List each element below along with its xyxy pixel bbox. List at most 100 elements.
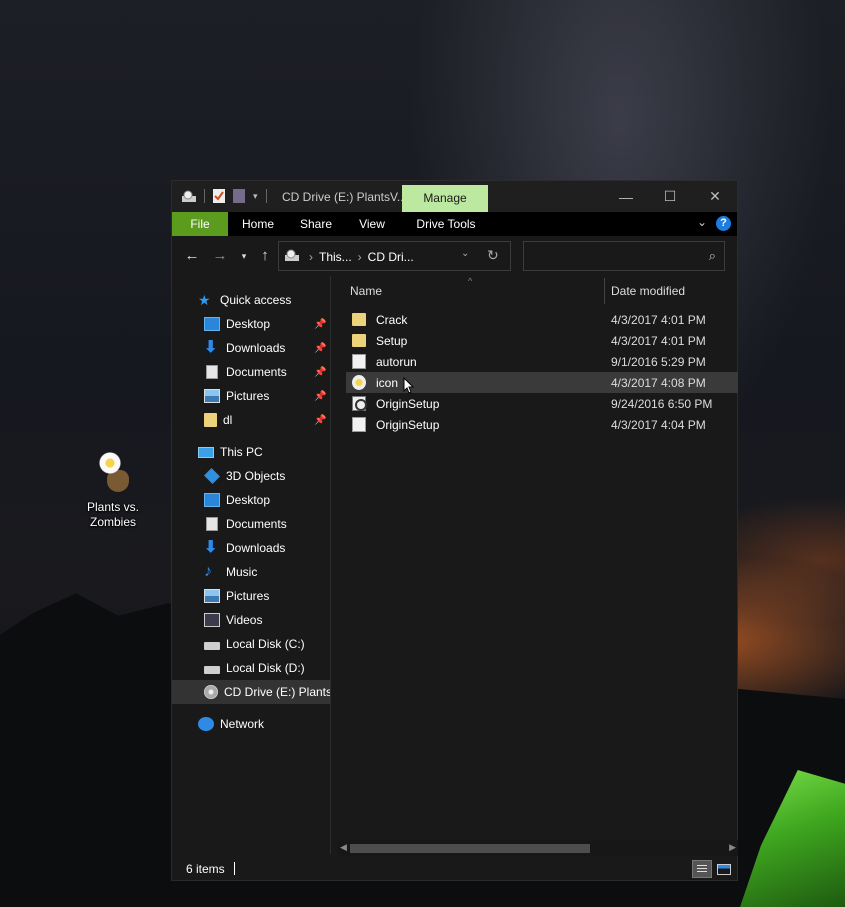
breadcrumb-cd-drive[interactable]: CD Dri... <box>368 250 414 264</box>
up-button[interactable]: ↑ <box>255 246 275 266</box>
forward-arrow-icon: → <box>212 247 228 264</box>
drive-icon <box>204 642 220 650</box>
cd-drive-icon <box>204 685 218 699</box>
refresh-icon[interactable]: ↻ <box>487 247 499 264</box>
nav-3d-objects[interactable]: 3D Objects <box>172 464 330 488</box>
maximize-button[interactable]: ☐ <box>647 181 693 212</box>
file-name: OriginSetup <box>376 396 440 411</box>
breadcrumb-this-pc[interactable]: This... <box>319 250 352 264</box>
scroll-left-icon[interactable]: ◀ <box>340 842 347 853</box>
downloads-icon: ⬇ <box>204 339 218 356</box>
file-date: 9/1/2016 5:29 PM <box>611 354 706 369</box>
nav-label: Documents <box>226 517 287 531</box>
nav-label: Videos <box>226 613 263 627</box>
scrollbar-thumb[interactable] <box>350 844 590 853</box>
plants-vs-zombies-icon <box>89 446 137 496</box>
nav-label: Quick access <box>220 293 292 307</box>
properties-icon[interactable] <box>213 189 225 203</box>
folder-icon <box>352 313 366 326</box>
nav-label: Desktop <box>226 317 271 331</box>
pin-icon: 📌 <box>314 342 327 354</box>
nav-label: Pictures <box>226 389 270 403</box>
flower-icon <box>352 375 366 390</box>
folder-icon <box>352 334 366 347</box>
quick-access-star-icon: ★ <box>198 292 211 308</box>
tab-manage[interactable]: Manage <box>402 185 488 212</box>
nav-qa-dl[interactable]: dl 📌 <box>172 408 330 432</box>
tab-home[interactable]: Home <box>234 212 282 236</box>
nav-qa-pictures[interactable]: Pictures 📌 <box>172 384 330 408</box>
tab-view[interactable]: View <box>348 212 396 236</box>
videos-icon <box>204 613 220 627</box>
file-row[interactable]: Setup 4/3/2017 4:01 PM <box>346 330 738 351</box>
horizontal-scrollbar[interactable]: ◀ ▶ <box>338 840 738 856</box>
help-icon[interactable]: ? <box>716 216 731 231</box>
file-date: 4/3/2017 4:08 PM <box>611 375 706 390</box>
file-date: 4/3/2017 4:01 PM <box>611 312 706 327</box>
nav-label: Pictures <box>226 589 270 603</box>
nav-label: Downloads <box>226 541 286 555</box>
nav-this-pc[interactable]: This PC <box>172 440 330 464</box>
nav-music[interactable]: ♪ Music <box>172 560 330 584</box>
nav-local-disk-c[interactable]: Local Disk (C:) <box>172 632 330 656</box>
nav-downloads[interactable]: ⬇ Downloads <box>172 536 330 560</box>
nav-pictures[interactable]: Pictures <box>172 584 330 608</box>
nav-documents[interactable]: Documents <box>172 512 330 536</box>
nav-desktop[interactable]: Desktop <box>172 488 330 512</box>
file-row[interactable]: icon 4/3/2017 4:08 PM <box>346 372 738 393</box>
desktop-shortcut-plants-vs-zombies[interactable]: Plants vs. Zombies <box>84 446 142 530</box>
recent-locations-button[interactable]: ▾ <box>234 246 254 266</box>
window-title: CD Drive (E:) PlantsV... <box>282 190 407 204</box>
nav-label: Desktop <box>226 493 271 507</box>
cd-drive-icon <box>182 190 196 202</box>
ribbon-collapse-icon[interactable]: ⌄ <box>697 215 707 229</box>
nav-quick-access[interactable]: ★ Quick access <box>172 288 330 312</box>
nav-label: Network <box>220 717 265 731</box>
close-icon: ✕ <box>709 188 721 204</box>
file-name: Crack <box>376 312 408 327</box>
folder-icon <box>204 413 217 427</box>
address-dropdown-icon[interactable]: ⌄ <box>461 248 469 259</box>
address-bar[interactable]: › This... › CD Dri... ⌄ ↻ <box>278 241 511 271</box>
nav-qa-downloads[interactable]: ⬇ Downloads 📌 <box>172 336 330 360</box>
tab-drive-tools[interactable]: Drive Tools <box>410 212 482 236</box>
file-row[interactable]: Crack 4/3/2017 4:01 PM <box>346 309 738 330</box>
nav-label: Music <box>226 565 258 579</box>
file-row[interactable]: OriginSetup 4/3/2017 4:04 PM <box>346 414 738 435</box>
column-header-name[interactable]: Name <box>350 284 382 298</box>
downloads-icon: ⬇ <box>204 539 218 556</box>
nav-videos[interactable]: Videos <box>172 608 330 632</box>
nav-qa-documents[interactable]: Documents 📌 <box>172 360 330 384</box>
file-name: icon <box>376 375 399 390</box>
scroll-right-icon[interactable]: ▶ <box>729 842 736 853</box>
navigation-bar: ← → ▾ ↑ › This... › CD Dri... ⌄ ↻ ⌕ <box>172 236 737 276</box>
tab-share[interactable]: Share <box>292 212 340 236</box>
cd-drive-icon <box>285 249 299 261</box>
column-header-date-modified[interactable]: Date modified <box>611 284 685 298</box>
back-button[interactable]: ← <box>182 246 202 266</box>
column-divider[interactable] <box>604 278 605 304</box>
close-button[interactable]: ✕ <box>692 181 738 212</box>
large-icons-view-button[interactable] <box>714 860 734 878</box>
file-row[interactable]: OriginSetup 9/24/2016 6:50 PM <box>346 393 738 414</box>
details-view-button[interactable] <box>692 860 712 878</box>
desktop-shortcut-label: Plants vs. Zombies <box>86 500 140 529</box>
tab-file[interactable]: File <box>172 212 228 236</box>
file-row[interactable]: autorun 9/1/2016 5:29 PM <box>346 351 738 372</box>
network-icon <box>198 717 214 731</box>
title-bar: ▾ CD Drive (E:) PlantsV... Manage — ☐ ✕ <box>172 181 737 212</box>
nav-local-disk-d[interactable]: Local Disk (D:) <box>172 656 330 680</box>
nav-network[interactable]: Network <box>172 712 330 736</box>
new-folder-icon[interactable] <box>233 189 245 203</box>
search-box[interactable]: ⌕ <box>523 241 725 271</box>
customize-qat-icon[interactable]: ▾ <box>253 191 258 202</box>
pane-splitter[interactable] <box>330 276 331 854</box>
this-pc-icon <box>198 446 214 458</box>
chevron-down-icon: ▾ <box>241 251 247 261</box>
maximize-icon: ☐ <box>663 188 677 204</box>
nav-qa-desktop[interactable]: Desktop 📌 <box>172 312 330 336</box>
pin-icon: 📌 <box>314 390 327 402</box>
nav-cd-drive[interactable]: CD Drive (E:) PlantsVsZombies <box>172 680 330 704</box>
forward-button[interactable]: → <box>210 246 230 266</box>
minimize-button[interactable]: — <box>603 181 649 212</box>
